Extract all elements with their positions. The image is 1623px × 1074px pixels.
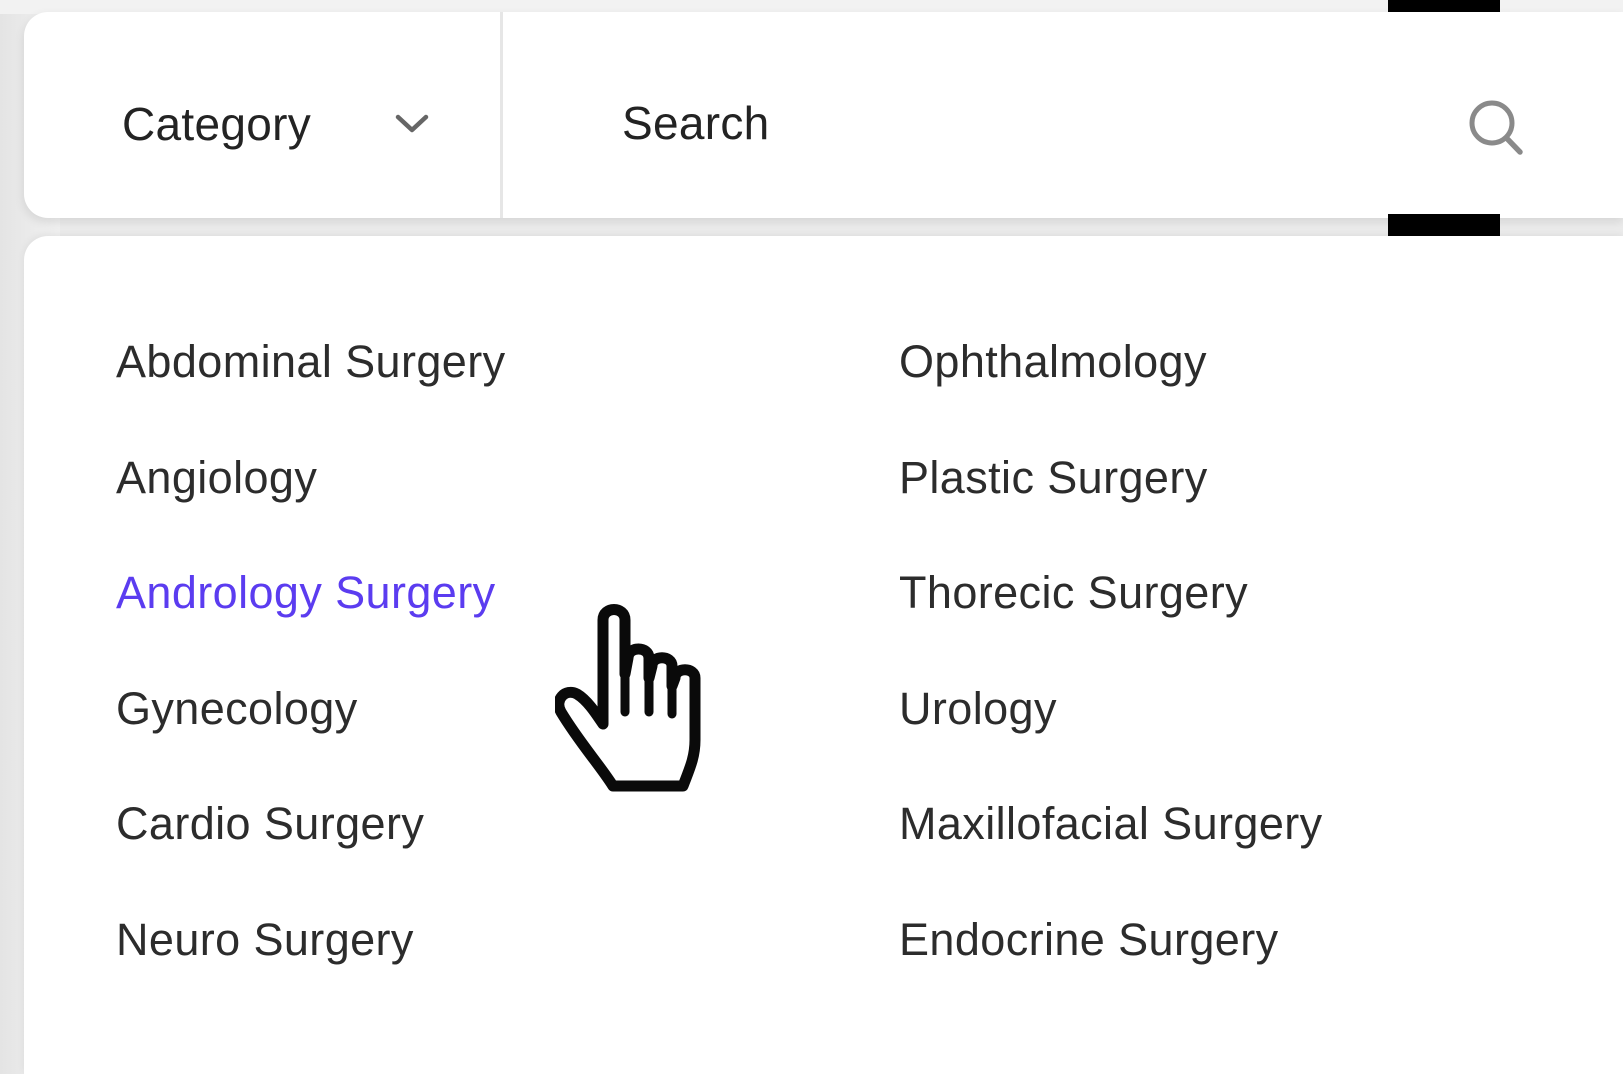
- category-select[interactable]: Category: [24, 12, 500, 218]
- category-item[interactable]: Thorecic Surgery: [899, 563, 1323, 679]
- category-item[interactable]: Plastic Surgery: [899, 448, 1323, 564]
- search-bar: Category: [24, 12, 1623, 218]
- decorative-strip-middle: [1388, 214, 1500, 236]
- category-item[interactable]: Maxillofacial Surgery: [899, 794, 1323, 910]
- chevron-down-icon: [395, 114, 429, 133]
- category-dropdown-panel: Abdominal Surgery Angiology Andrology Su…: [24, 236, 1623, 1074]
- category-list-right: Ophthalmology Plastic Surgery Thorecic S…: [899, 332, 1323, 1025]
- category-item[interactable]: Angiology: [116, 448, 506, 564]
- category-item[interactable]: Urology: [899, 679, 1323, 795]
- category-item-active[interactable]: Andrology Surgery: [116, 563, 506, 679]
- category-item[interactable]: Ophthalmology: [899, 332, 1323, 448]
- category-item[interactable]: Abdominal Surgery: [116, 332, 506, 448]
- category-item[interactable]: Gynecology: [116, 679, 506, 795]
- category-item[interactable]: Neuro Surgery: [116, 910, 506, 1026]
- category-item[interactable]: Cardio Surgery: [116, 794, 506, 910]
- category-list-left: Abdominal Surgery Angiology Andrology Su…: [116, 332, 506, 1025]
- search-icon[interactable]: [1464, 96, 1528, 160]
- category-label: Category: [122, 98, 312, 150]
- search-bar-divider: [500, 12, 503, 218]
- decorative-strip-top: [1388, 0, 1500, 12]
- category-item[interactable]: Endocrine Surgery: [899, 910, 1323, 1026]
- search-input[interactable]: [554, 78, 1374, 168]
